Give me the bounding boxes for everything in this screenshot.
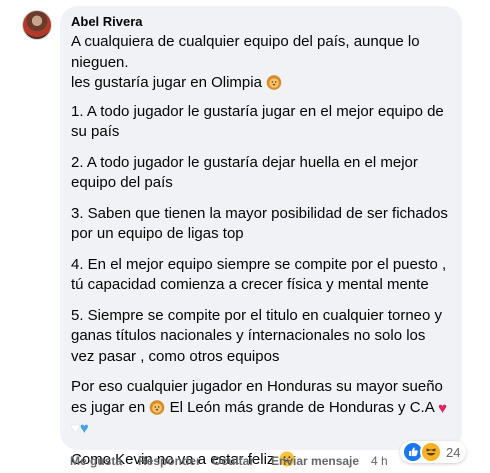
comment-bubble: Abel Rivera A cualquiera de cualquier eq… — [60, 6, 462, 468]
reply-link[interactable]: Responder — [138, 454, 201, 468]
reaction-summary[interactable]: 24 — [400, 441, 467, 463]
reaction-count: 24 — [446, 444, 461, 460]
comment-paragraph-2: 2. A todo jugador le gustaría dejar huel… — [71, 153, 418, 192]
send-message-link[interactable]: Enviar mensaje — [271, 454, 359, 468]
like-link[interactable]: Me gusta — [70, 454, 122, 468]
red-heart-icon: ♥ — [438, 399, 447, 417]
comment-paragraph-intro: A cualquiera de cualquier equipo del paí… — [71, 32, 450, 94]
hide-link[interactable]: Ocultar — [212, 454, 254, 468]
comment-paragraph-1: 1. A todo jugador le gustaría jugar en e… — [71, 102, 444, 141]
intro-line-2: les gustaría jugar en Olimpia — [71, 74, 262, 91]
comment-paragraph-3: 3. Saben que tienen la mayor posibilidad… — [71, 204, 448, 243]
blue-heart-icon: ♥ — [79, 420, 89, 437]
haha-reaction-icon — [420, 441, 442, 463]
white-heart-icon: ♥ — [71, 420, 80, 437]
author-avatar[interactable] — [22, 10, 52, 40]
comment-timestamp[interactable]: 4 h — [371, 454, 388, 468]
comment-paragraph-6: Por eso cualquier jugador en Honduras su… — [71, 377, 450, 440]
lion-face-icon — [266, 74, 282, 90]
comment-paragraph-7: Como Kevin no va a estar feliz — [71, 450, 450, 471]
paragraph-6-end: El León más grande de Honduras y C.A — [169, 398, 434, 416]
lion-face-icon — [149, 399, 165, 415]
intro-line-1: A cualquiera de cualquier equipo del paí… — [71, 33, 420, 71]
comment-author-name[interactable]: Abel Rivera — [71, 14, 450, 30]
comment-paragraph-5: 5. Siempre se compite por el titulo en c… — [71, 306, 443, 365]
comment-paragraph-4: 4. En el mejor equipo siempre se compite… — [71, 255, 447, 294]
